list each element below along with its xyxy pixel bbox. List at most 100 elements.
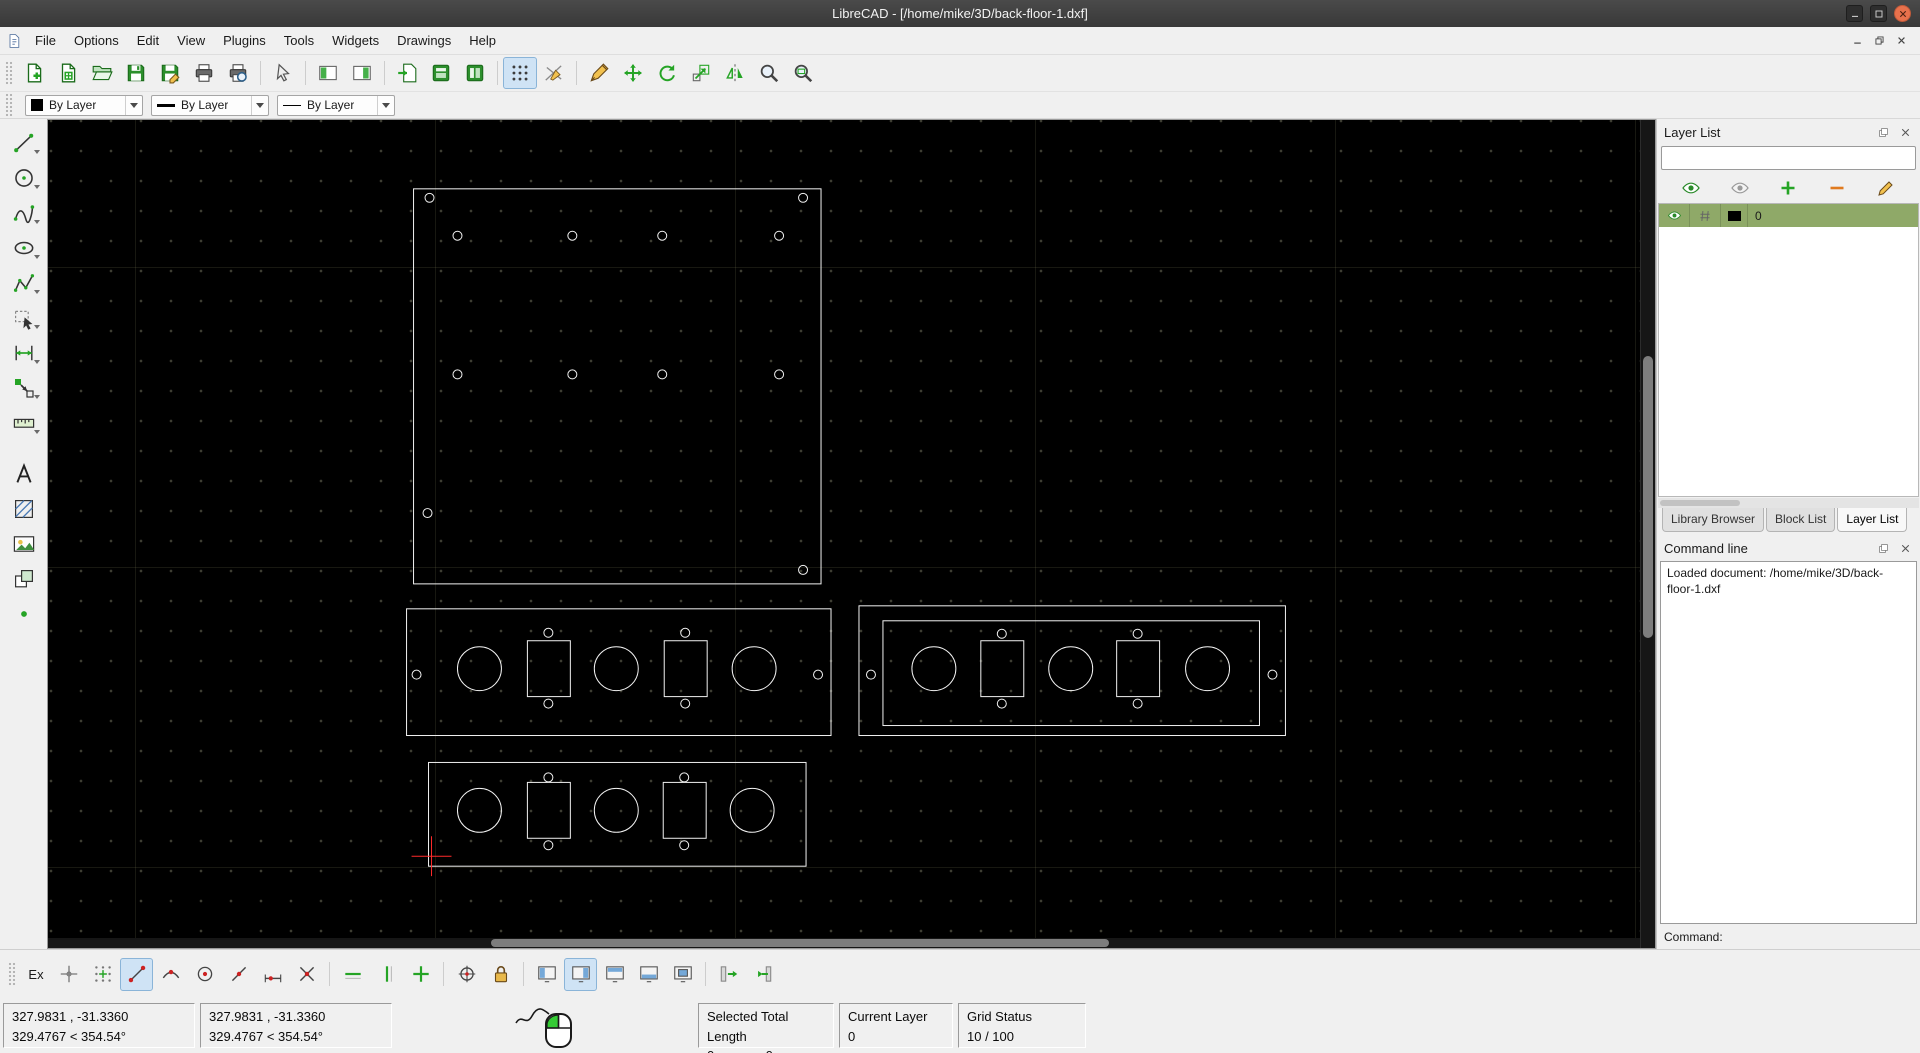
cad-pilot-hole[interactable] [798, 192, 809, 203]
cad-pilot-hole[interactable] [567, 230, 578, 241]
menu-help[interactable]: Help [460, 28, 505, 53]
cad-pilot-hole[interactable] [1132, 628, 1143, 639]
cad-pilot-hole[interactable] [1132, 698, 1143, 709]
zoom-button[interactable] [752, 57, 786, 89]
ellipse-tool[interactable] [5, 230, 43, 265]
point-tool[interactable] [5, 596, 43, 631]
info-tool[interactable] [5, 405, 43, 440]
cad-pilot-hole[interactable] [543, 840, 554, 851]
menu-drawings[interactable]: Drawings [388, 28, 460, 53]
show-left-sidebar-button[interactable] [712, 958, 745, 991]
cad-slot[interactable] [980, 640, 1025, 698]
cad-pilot-hole[interactable] [657, 230, 668, 241]
layer-filter-input[interactable] [1661, 146, 1916, 170]
cad-rectangle[interactable] [413, 188, 822, 585]
new-from-template-button[interactable] [51, 57, 85, 89]
remove-layer-button[interactable] [1822, 175, 1852, 201]
cad-hole[interactable] [1185, 646, 1231, 692]
grid-toggle-button[interactable] [503, 57, 537, 89]
add-layer-button[interactable] [1773, 175, 1803, 201]
show-all-layers-button[interactable] [1676, 175, 1706, 201]
circle-tool[interactable] [5, 160, 43, 195]
maximize-button[interactable] [1870, 5, 1887, 22]
snap-grid-button[interactable] [86, 958, 119, 991]
pen-width-select[interactable]: By Layer [151, 94, 269, 116]
layer-visibility-icon[interactable] [1659, 204, 1690, 227]
horizontal-scroll-handle[interactable] [491, 939, 1109, 947]
layer-list-scrollbar[interactable] [1658, 498, 1919, 508]
undock-command-panel-button[interactable] [1876, 541, 1891, 556]
cad-pilot-hole[interactable] [411, 669, 422, 680]
hide-all-layers-button[interactable] [1725, 175, 1755, 201]
cad-pilot-hole[interactable] [680, 698, 691, 709]
canvas-vertical-scrollbar[interactable] [1640, 120, 1655, 948]
cad-pilot-hole[interactable] [543, 772, 554, 783]
dock-panel-left-button[interactable] [311, 57, 345, 89]
cad-slot[interactable] [526, 640, 571, 698]
line-tool[interactable] [5, 125, 43, 160]
snap-on-entity-button[interactable] [154, 958, 187, 991]
cad-pilot-hole[interactable] [798, 564, 809, 575]
cad-pilot-hole[interactable] [679, 840, 690, 851]
selection-pointer-button[interactable] [266, 57, 300, 89]
layer-list-scroll-handle[interactable] [1660, 500, 1740, 506]
command-input[interactable] [1727, 929, 1913, 944]
snap-distance-button[interactable] [256, 958, 289, 991]
mdi-restore-button[interactable] [1871, 32, 1888, 49]
dock-area-top-button[interactable] [598, 958, 631, 991]
show-right-sidebar-button[interactable] [746, 958, 779, 991]
drawing-canvas[interactable] [48, 120, 1640, 948]
vertical-scroll-handle[interactable] [1643, 356, 1653, 638]
cad-slot[interactable] [662, 781, 707, 839]
cad-rectangle[interactable] [858, 605, 1286, 737]
text-tool[interactable] [5, 456, 43, 491]
cad-pilot-hole[interactable] [424, 192, 435, 203]
open-drawing-button[interactable] [85, 57, 119, 89]
close-button[interactable] [1894, 5, 1911, 22]
mdi-minimize-button[interactable] [1849, 32, 1866, 49]
lock-relative-zero-button[interactable] [484, 958, 517, 991]
cad-pilot-hole[interactable] [452, 369, 463, 380]
cad-pilot-hole[interactable] [774, 230, 785, 241]
menu-plugins[interactable]: Plugins [214, 28, 275, 53]
rotate-button[interactable] [650, 57, 684, 89]
cad-pilot-hole[interactable] [996, 628, 1007, 639]
cad-pilot-hole[interactable] [543, 627, 554, 638]
dock-area-left-button[interactable] [530, 958, 563, 991]
cad-pilot-hole[interactable] [813, 669, 824, 680]
crosshair-cursor[interactable] [411, 836, 452, 877]
modify-layer-button[interactable] [1871, 175, 1901, 201]
titlebar[interactable]: LibreCAD - [/home/mike/3D/back-floor-1.d… [0, 0, 1920, 27]
menu-edit[interactable]: Edit [128, 28, 168, 53]
curve-tool[interactable] [5, 195, 43, 230]
layer-row[interactable]: 0 [1659, 204, 1918, 227]
import-block-button[interactable] [390, 57, 424, 89]
cad-pilot-hole[interactable] [1267, 669, 1278, 680]
dock-area-floating-button[interactable] [666, 958, 699, 991]
cad-hole[interactable] [731, 646, 777, 692]
snap-center-button[interactable] [188, 958, 221, 991]
restrict-horizontal-button[interactable] [336, 958, 369, 991]
scale-button[interactable] [684, 57, 718, 89]
tab-block-list[interactable]: Block List [1766, 508, 1836, 532]
print-preview-button[interactable] [221, 57, 255, 89]
restrict-orthogonal-button[interactable] [404, 958, 437, 991]
modify-tool[interactable] [5, 370, 43, 405]
menu-file[interactable]: File [26, 28, 65, 53]
pen-edit-button[interactable] [582, 57, 616, 89]
cad-pilot-hole[interactable] [452, 230, 463, 241]
minimize-button[interactable] [1846, 5, 1863, 22]
cad-rectangle[interactable] [882, 620, 1260, 727]
close-layer-panel-button[interactable] [1898, 125, 1913, 140]
mdi-close-button[interactable] [1893, 32, 1910, 49]
save-button[interactable] [119, 57, 153, 89]
cad-pilot-hole[interactable] [996, 698, 1007, 709]
cad-hole[interactable] [593, 787, 639, 833]
print-button[interactable] [187, 57, 221, 89]
cad-hole[interactable] [456, 646, 502, 692]
cad-pilot-hole[interactable] [679, 772, 690, 783]
snap-free-button[interactable] [52, 958, 85, 991]
cad-hole[interactable] [593, 646, 639, 692]
polyline-tool[interactable] [5, 265, 43, 300]
block-list-button[interactable] [458, 57, 492, 89]
